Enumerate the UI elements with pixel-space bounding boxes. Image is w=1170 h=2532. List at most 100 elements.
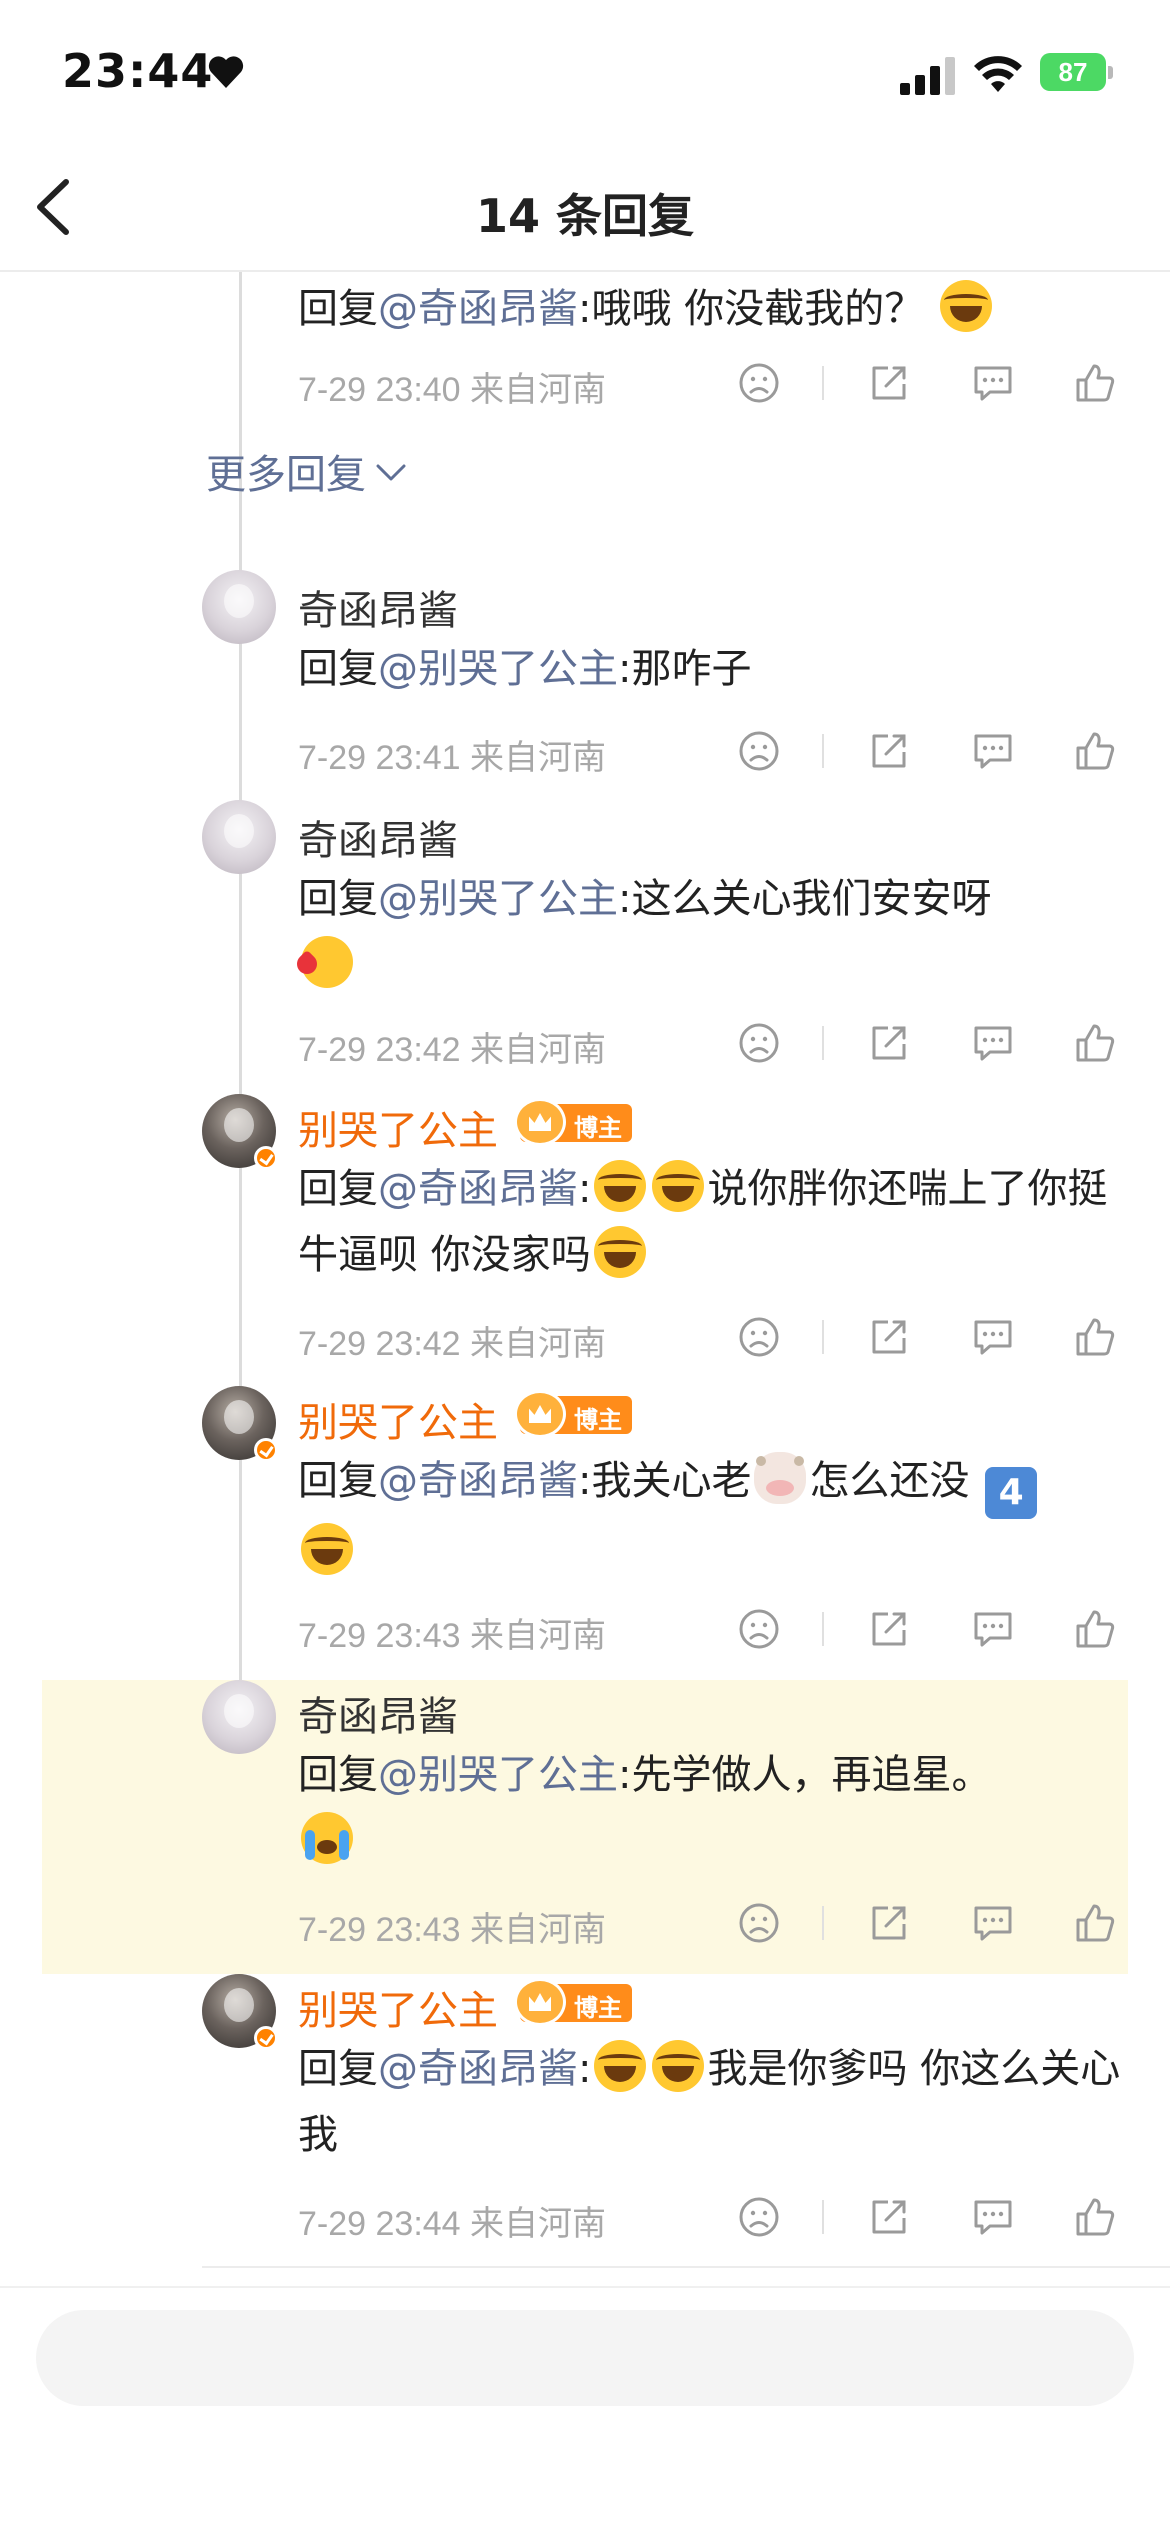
- dislike-icon[interactable]: [736, 1900, 782, 1946]
- reply-text: 回复@奇函昂酱:我关心老 怎么还没 4: [298, 1448, 1128, 1585]
- action-divider: [822, 2200, 824, 2234]
- reply-actions: [0, 1606, 1170, 1654]
- dislike-icon[interactable]: [736, 2194, 782, 2240]
- more-replies-label: 更多回复: [206, 452, 366, 498]
- action-divider: [822, 1906, 824, 1940]
- reply-text: 回复@奇函昂酱:哦哦 你没截我的？: [298, 276, 1128, 342]
- crying-emoji-icon: [301, 1812, 353, 1864]
- crown-icon: [514, 1098, 566, 1146]
- page-title: 14 条回复: [475, 189, 695, 243]
- username[interactable]: 奇函昂酱: [298, 808, 458, 866]
- like-icon[interactable]: [1072, 1020, 1118, 1066]
- action-divider: [822, 734, 824, 768]
- username[interactable]: 奇函昂酱: [298, 578, 458, 636]
- status-bar: 23:44 87: [0, 0, 1170, 150]
- list-end-divider: [202, 2266, 1170, 2268]
- reply-actions: [0, 360, 1170, 408]
- mention-link[interactable]: @奇函昂酱: [378, 2046, 578, 2092]
- comment-icon[interactable]: [970, 1900, 1016, 1946]
- reply-actions: [0, 2194, 1170, 2242]
- battery-level: 87: [1058, 57, 1088, 87]
- blogger-badge: 博主: [514, 1978, 632, 2026]
- verified-badge-icon: [254, 1438, 278, 1462]
- mention-link[interactable]: @别哭了公主: [378, 646, 618, 692]
- dislike-icon[interactable]: [736, 1314, 782, 1360]
- signal-icon: [900, 57, 955, 95]
- laughing-emoji-icon: [652, 1160, 705, 1212]
- reply-actions: [0, 728, 1170, 776]
- action-divider: [822, 366, 824, 400]
- dislike-icon[interactable]: [736, 728, 782, 774]
- more-replies-link[interactable]: 更多回复: [206, 442, 408, 500]
- laughing-emoji-icon: [594, 2040, 647, 2092]
- like-icon[interactable]: [1072, 1606, 1118, 1652]
- reply-text: 回复@奇函昂酱: 我是你爹吗 你这么关心我: [298, 2036, 1128, 2168]
- verified-badge-icon: [254, 1146, 278, 1170]
- comment-icon[interactable]: [970, 360, 1016, 406]
- share-icon[interactable]: [866, 2194, 912, 2240]
- share-icon[interactable]: [866, 1020, 912, 1066]
- crown-icon: [514, 1978, 566, 2026]
- dislike-icon[interactable]: [736, 1606, 782, 1652]
- comment-icon[interactable]: [970, 1020, 1016, 1066]
- battery-icon: 87: [1040, 53, 1114, 91]
- laughing-emoji-icon: [593, 1226, 646, 1278]
- reply-input[interactable]: [36, 2310, 1134, 2406]
- share-icon[interactable]: [866, 1314, 912, 1360]
- username[interactable]: 奇函昂酱: [298, 1684, 458, 1742]
- blogger-badge-label: 博主: [574, 1114, 622, 1142]
- verified-badge-icon: [254, 2026, 278, 2050]
- reply-text: 回复@别哭了公主:这么关心我们安安呀: [298, 866, 1128, 998]
- blogger-badge-label: 博主: [574, 1406, 622, 1434]
- dislike-icon[interactable]: [736, 360, 782, 406]
- laughing-emoji-icon: [939, 280, 992, 332]
- avatar[interactable]: [202, 570, 276, 644]
- nav-bar: 14 条回复: [0, 150, 1170, 272]
- like-icon[interactable]: [1072, 1900, 1118, 1946]
- username[interactable]: 别哭了公主: [298, 1978, 498, 2036]
- blogger-badge: 博主: [514, 1098, 632, 1146]
- status-time: 23:44: [62, 44, 214, 98]
- laughing-emoji-icon: [652, 2040, 705, 2092]
- blogger-badge-label: 博主: [574, 1994, 622, 2022]
- share-icon[interactable]: [866, 360, 912, 406]
- share-icon[interactable]: [866, 1606, 912, 1652]
- avatar[interactable]: [202, 1680, 276, 1754]
- keycap-digit-icon: 4: [985, 1467, 1038, 1519]
- mention-link[interactable]: @奇函昂酱: [378, 1166, 578, 1212]
- like-icon[interactable]: [1072, 728, 1118, 774]
- cow-emoji-icon: [754, 1452, 807, 1504]
- wifi-icon: [974, 56, 1022, 92]
- action-divider: [822, 1612, 824, 1646]
- share-icon[interactable]: [866, 1900, 912, 1946]
- crown-icon: [514, 1390, 566, 1438]
- mention-link[interactable]: @奇函昂酱: [378, 286, 578, 332]
- avatar[interactable]: [202, 800, 276, 874]
- reply-actions: [0, 1020, 1170, 1068]
- heart-icon: [208, 56, 244, 88]
- chevron-down-icon: [376, 464, 406, 481]
- mention-link[interactable]: @别哭了公主: [378, 1752, 618, 1798]
- reply-actions: [0, 1900, 1170, 1948]
- share-icon[interactable]: [866, 728, 912, 774]
- comment-icon[interactable]: [970, 1314, 1016, 1360]
- like-icon[interactable]: [1072, 1314, 1118, 1360]
- action-divider: [822, 1026, 824, 1060]
- like-icon[interactable]: [1072, 2194, 1118, 2240]
- dislike-icon[interactable]: [736, 1020, 782, 1066]
- laughing-emoji-icon: [301, 1523, 353, 1575]
- comment-icon[interactable]: [970, 2194, 1016, 2240]
- laughing-emoji-icon: [594, 1160, 647, 1212]
- username[interactable]: 别哭了公主: [298, 1390, 498, 1448]
- reply-text: 回复@别哭了公主:那咋子: [298, 646, 752, 692]
- blogger-badge: 博主: [514, 1390, 632, 1438]
- mention-link[interactable]: @奇函昂酱: [378, 1458, 578, 1504]
- username[interactable]: 别哭了公主: [298, 1098, 498, 1156]
- comment-icon[interactable]: [970, 728, 1016, 774]
- mention-link[interactable]: @别哭了公主: [378, 876, 618, 922]
- bottom-bar: [0, 2286, 1170, 2532]
- like-icon[interactable]: [1072, 360, 1118, 406]
- reply-text: 回复@别哭了公主:先学做人，再追星。: [298, 1742, 1128, 1874]
- action-divider: [822, 1320, 824, 1354]
- comment-icon[interactable]: [970, 1606, 1016, 1652]
